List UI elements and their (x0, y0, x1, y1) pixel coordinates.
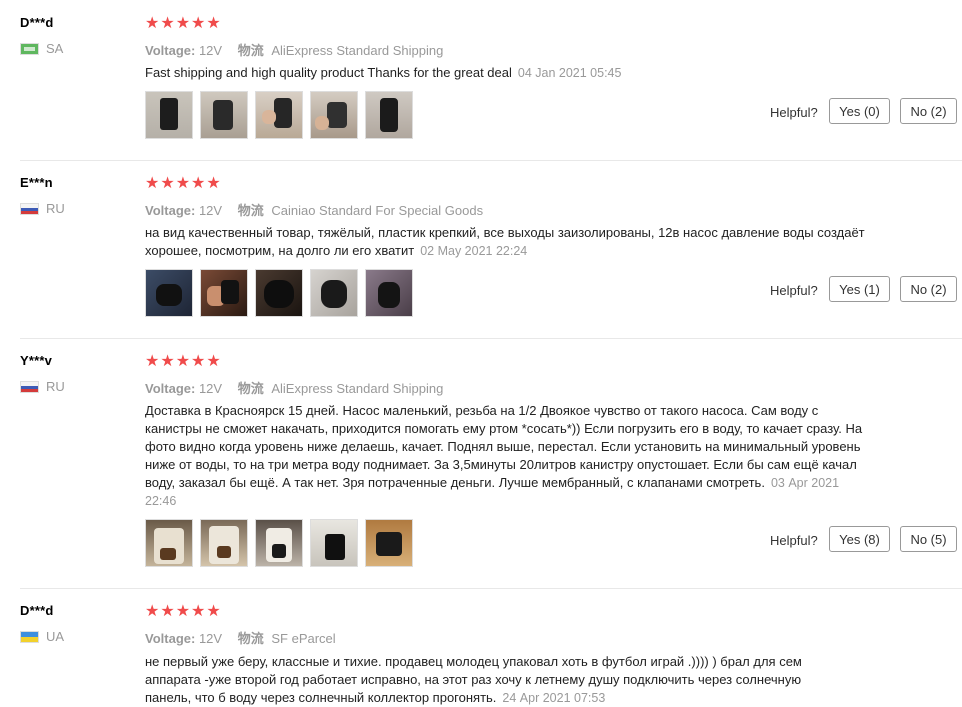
reviewer-country: UA (20, 629, 64, 644)
review-photo[interactable] (365, 269, 413, 317)
review-text: не первый уже беру, классные и тихие. пр… (145, 654, 802, 705)
helpful-no-button[interactable]: No (2) (900, 276, 957, 302)
flag-ru-icon (20, 380, 39, 393)
logistics-label: 物流 (237, 631, 264, 646)
shipping-value: SF eParcel (271, 631, 336, 646)
reviewer-name: D***d (20, 15, 54, 30)
review-text: Fast shipping and high quality product T… (145, 65, 512, 80)
rating-stars: ★★★★★ (145, 353, 222, 370)
review-date: 02 May 2021 22:24 (420, 244, 528, 258)
voltage-label: Voltage: (145, 631, 196, 646)
review-date: 04 Jan 2021 05:45 (517, 66, 622, 80)
reviewer-country: RU (20, 379, 65, 394)
reviewer-name: Y***v (20, 353, 53, 368)
review-photos (145, 519, 420, 567)
shipping-value: AliExpress Standard Shipping (271, 381, 444, 396)
voltage-value: 12V (198, 43, 223, 58)
flag-ua-icon (20, 630, 39, 643)
shipping-value: AliExpress Standard Shipping (271, 43, 444, 58)
helpful-no-button[interactable]: No (5) (900, 526, 957, 552)
review-text-block: не первый уже беру, классные и тихие. пр… (145, 653, 845, 707)
review-photo[interactable] (145, 519, 193, 567)
review-meta: Voltage: 12V 物流 Cainiao Standard For Spe… (145, 200, 483, 219)
helpful-no-button[interactable]: No (2) (900, 98, 957, 124)
review-photo[interactable] (255, 91, 303, 139)
voltage-label: Voltage: (145, 43, 196, 58)
review-photo[interactable] (255, 269, 303, 317)
review-photo[interactable] (365, 519, 413, 567)
divider (20, 160, 962, 161)
rating-stars: ★★★★★ (145, 175, 222, 192)
review-photo[interactable] (145, 91, 193, 139)
review-photo[interactable] (200, 269, 248, 317)
voltage-label: Voltage: (145, 381, 196, 396)
voltage-label: Voltage: (145, 203, 196, 218)
review-photo[interactable] (365, 91, 413, 139)
helpful-label: Helpful? (770, 533, 818, 548)
review-photos (145, 269, 420, 317)
country-code: UA (46, 629, 65, 644)
flag-ru-icon (20, 202, 39, 215)
review-photo[interactable] (200, 519, 248, 567)
reviewer-country: SA (20, 41, 63, 56)
voltage-value: 12V (198, 381, 223, 396)
logistics-label: 物流 (237, 43, 264, 58)
review-meta: Voltage: 12V 物流 AliExpress Standard Ship… (145, 378, 443, 397)
helpful-label: Helpful? (770, 105, 818, 120)
review-photo[interactable] (255, 519, 303, 567)
rating-stars: ★★★★★ (145, 603, 222, 620)
review-text: Доставка в Красноярск 15 дней. Насос мал… (145, 403, 863, 490)
helpful-label: Helpful? (770, 283, 818, 298)
review-photo[interactable] (145, 269, 193, 317)
logistics-label: 物流 (237, 381, 264, 396)
voltage-value: 12V (198, 203, 223, 218)
reviewer-country: RU (20, 201, 65, 216)
review-meta: Voltage: 12V 物流 AliExpress Standard Ship… (145, 40, 443, 59)
logistics-label: 物流 (237, 203, 264, 218)
helpful-yes-button[interactable]: Yes (8) (829, 526, 890, 552)
helpful-yes-button[interactable]: Yes (0) (829, 98, 890, 124)
country-code: RU (46, 201, 65, 216)
review-photo[interactable] (200, 91, 248, 139)
country-code: RU (46, 379, 65, 394)
helpful-yes-button[interactable]: Yes (1) (829, 276, 890, 302)
review-photo[interactable] (310, 91, 358, 139)
review-text-block: Доставка в Красноярск 15 дней. Насос мал… (145, 402, 865, 510)
review-date: 24 Apr 2021 07:53 (502, 691, 606, 705)
reviewer-name: E***n (20, 175, 53, 190)
review-photo[interactable] (310, 269, 358, 317)
review-photo[interactable] (310, 519, 358, 567)
flag-sa-icon (20, 42, 39, 55)
shipping-value: Cainiao Standard For Special Goods (271, 203, 484, 218)
reviewer-name: D***d (20, 603, 54, 618)
divider (20, 338, 962, 339)
voltage-value: 12V (198, 631, 223, 646)
country-code: SA (46, 41, 64, 56)
review-meta: Voltage: 12V 物流 SF eParcel (145, 628, 336, 647)
review-text-block: Fast shipping and high quality product T… (145, 64, 865, 82)
divider (20, 588, 962, 589)
review-text-block: на вид качественный товар, тяжёлый, плас… (145, 224, 865, 260)
review-photos (145, 91, 420, 139)
rating-stars: ★★★★★ (145, 15, 222, 32)
